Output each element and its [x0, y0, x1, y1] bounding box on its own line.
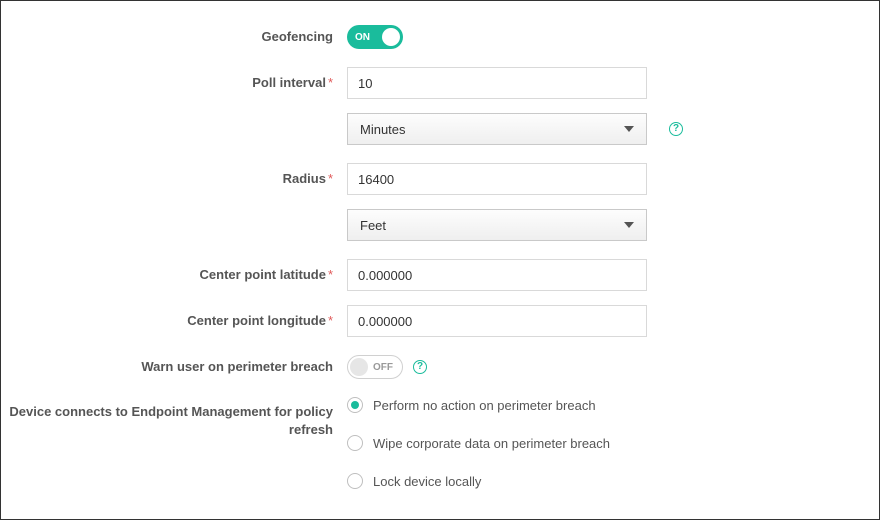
radio-lock-device[interactable]: Lock device locally	[347, 473, 657, 489]
radio-wipe-corporate[interactable]: Wipe corporate data on perimeter breach	[347, 435, 657, 451]
toggle-on-label: ON	[355, 32, 370, 43]
poll-interval-label: Poll interval*	[1, 74, 347, 92]
radius-input[interactable]	[347, 163, 647, 195]
select-value: Minutes	[360, 122, 406, 137]
center-latitude-input[interactable]	[347, 259, 647, 291]
policy-action-radio-group: Perform no action on perimeter breach Wi…	[347, 397, 657, 511]
chevron-down-icon	[624, 126, 634, 132]
select-value: Feet	[360, 218, 386, 233]
radio-no-action[interactable]: Perform no action on perimeter breach	[347, 397, 657, 413]
help-icon[interactable]: ?	[669, 122, 683, 136]
toggle-knob	[350, 358, 368, 376]
center-latitude-label: Center point latitude*	[1, 266, 347, 284]
radio-label: Perform no action on perimeter breach	[373, 398, 596, 413]
warn-user-label: Warn user on perimeter breach	[1, 358, 347, 376]
toggle-off-label: OFF	[373, 362, 393, 373]
radio-icon	[347, 435, 363, 451]
radius-label: Radius*	[1, 170, 347, 188]
radio-label: Lock device locally	[373, 474, 481, 489]
center-longitude-input[interactable]	[347, 305, 647, 337]
radio-icon	[347, 473, 363, 489]
toggle-knob	[382, 28, 400, 46]
radius-unit-select[interactable]: Feet	[347, 209, 647, 241]
geofencing-label: Geofencing	[1, 28, 347, 46]
help-icon[interactable]: ?	[413, 360, 427, 374]
geofencing-toggle[interactable]: ON	[347, 25, 403, 49]
policy-refresh-label: Device connects to Endpoint Management f…	[1, 397, 347, 438]
radio-label: Wipe corporate data on perimeter breach	[373, 436, 610, 451]
poll-interval-unit-select[interactable]: Minutes	[347, 113, 647, 145]
warn-user-toggle[interactable]: OFF	[347, 355, 403, 379]
poll-interval-input[interactable]	[347, 67, 647, 99]
chevron-down-icon	[624, 222, 634, 228]
radio-icon	[347, 397, 363, 413]
center-longitude-label: Center point longitude*	[1, 312, 347, 330]
